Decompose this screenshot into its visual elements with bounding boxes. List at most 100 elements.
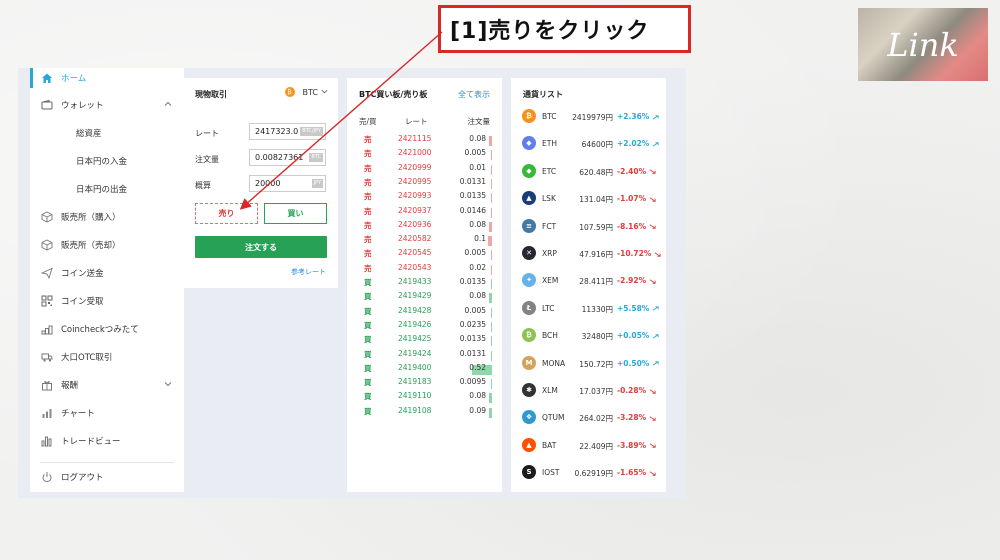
- currency-price: 131.04円: [579, 195, 613, 205]
- change-value: -8.16%: [617, 221, 647, 231]
- sidebar-item-total-assets[interactable]: 総資産: [30, 121, 184, 145]
- order-side: 買: [364, 335, 372, 345]
- order-side: 買: [364, 278, 372, 287]
- currency-row-eth[interactable]: ◆ ETH 64600円 +2.02%: [511, 134, 666, 154]
- currency-row-ltc[interactable]: Ł LTC 11330円 +5.58%: [511, 299, 666, 319]
- currency-row-iost[interactable]: S IOST 0.62919円 -1.65%: [511, 463, 666, 483]
- depth-bar: [489, 221, 492, 232]
- logout-button[interactable]: ログアウト: [30, 465, 184, 489]
- order-book-row[interactable]: 買 2419108 0.09: [347, 406, 502, 420]
- order-book-row[interactable]: 買 2419110 0.08: [347, 391, 502, 405]
- currency-symbol: LSK: [542, 194, 556, 204]
- order-rate: 2420582: [398, 234, 432, 244]
- order-book-row[interactable]: 売 2420999 0.01: [347, 163, 502, 177]
- xrp-icon: ✕: [522, 246, 536, 260]
- place-order-button[interactable]: 注文する: [195, 236, 327, 258]
- quantity-input[interactable]: 0.00827361 BTC: [249, 149, 326, 166]
- order-side: 買: [364, 378, 372, 388]
- order-book-row[interactable]: 売 2420993 0.0135: [347, 191, 502, 205]
- sidebar-item-send[interactable]: コイン送金: [30, 261, 184, 285]
- currency-change: +5.58%: [617, 304, 659, 313]
- order-rate: 2419424: [398, 348, 432, 358]
- order-rate: 2421000: [398, 148, 432, 158]
- order-book-row[interactable]: 売 2420582 0.1: [347, 234, 502, 248]
- currency-row-xrp[interactable]: ✕ XRP 47.916円 -10.72%: [511, 244, 666, 264]
- order-book-row[interactable]: 買 2419433 0.0135: [347, 277, 502, 291]
- sidebar-item-receive[interactable]: コイン受取: [30, 289, 184, 313]
- order-book-row[interactable]: 売 2420545 0.005: [347, 248, 502, 262]
- reference-rate-link[interactable]: 参考レート: [291, 267, 326, 277]
- sidebar-item-wallet[interactable]: ウォレット: [30, 93, 184, 117]
- sidebar-item-sell[interactable]: 販売所（売却）: [30, 233, 184, 257]
- currency-row-fct[interactable]: ≡ FCT 107.59円 -8.16%: [511, 217, 666, 237]
- sell-button[interactable]: 売り: [195, 203, 258, 224]
- currency-change: -3.28%: [617, 413, 656, 422]
- order-book-row[interactable]: 買 2419425 0.0135: [347, 334, 502, 348]
- order-book-row[interactable]: 売 2421000 0.005: [347, 148, 502, 162]
- change-value: +5.58%: [617, 303, 650, 313]
- sidebar-item-tradeview[interactable]: トレードビュー: [30, 429, 184, 453]
- rate-label: レート: [195, 129, 219, 138]
- change-value: +0.05%: [617, 331, 650, 341]
- currency-row-mona[interactable]: M MONA 150.72円 +0.50%: [511, 354, 666, 374]
- order-book-row[interactable]: 売 2421115 0.08: [347, 134, 502, 148]
- currency-row-btc[interactable]: ₿ BTC 2419979円 +2.36%: [511, 107, 666, 127]
- show-all-link[interactable]: 全て表示: [458, 89, 490, 100]
- buy-button[interactable]: 買い: [264, 203, 327, 224]
- estimate-input[interactable]: 20000 JPY: [249, 175, 326, 192]
- wallet-icon: [40, 98, 54, 112]
- order-book-row[interactable]: 買 2419424 0.0131: [347, 349, 502, 363]
- depth-bar: [490, 193, 492, 204]
- currency-change: +0.05%: [617, 331, 659, 340]
- chevron-down-icon[interactable]: [164, 380, 172, 391]
- chevron-up-icon[interactable]: [164, 100, 172, 111]
- sidebar-item-tsumitate[interactable]: Coincheckつみたて: [30, 317, 184, 341]
- sidebar: ホーム ウォレット 総資産 日本円の入金 日本円の出金 販売所（購入） 販売所（…: [30, 68, 184, 492]
- order-rate: 2420999: [398, 162, 432, 172]
- currency-row-qtum[interactable]: ❖ QTUM 264.02円 -3.28%: [511, 408, 666, 428]
- currency-row-etc[interactable]: ◆ ETC 620.48円 -2.40%: [511, 162, 666, 182]
- order-rate: 2419108: [398, 405, 432, 415]
- currency-row-xlm[interactable]: ✱ XLM 17.037円 -0.28%: [511, 381, 666, 401]
- order-side: 売: [364, 192, 372, 202]
- order-book-row[interactable]: 売 2420936 0.08: [347, 220, 502, 234]
- order-book-row[interactable]: 買 2419428 0.005: [347, 306, 502, 320]
- currency-change: -2.92%: [617, 276, 656, 285]
- order-book-row[interactable]: 売 2420937 0.0146: [347, 206, 502, 220]
- currency-price: 11330円: [581, 304, 613, 314]
- currency-row-bat[interactable]: ▲ BAT 22.409円 -3.89%: [511, 436, 666, 456]
- currency-symbol: MONA: [542, 358, 566, 368]
- order-side: 買: [364, 320, 372, 330]
- order-book-row[interactable]: 売 2420543 0.02: [347, 263, 502, 277]
- order-amount: 0.0135: [459, 191, 486, 201]
- pair-selector[interactable]: ₿ BTC: [284, 87, 329, 97]
- sidebar-item-jpy-withdraw[interactable]: 日本円の出金: [30, 177, 184, 201]
- change-value: -3.28%: [617, 413, 647, 423]
- change-value: -3.89%: [617, 440, 647, 450]
- sidebar-item-label: 販売所（購入）: [61, 213, 121, 223]
- quantity-label: 注文量: [195, 155, 219, 164]
- change-value: -2.40%: [617, 166, 647, 176]
- currency-row-bch[interactable]: ₿ BCH 32480円 +0.05%: [511, 326, 666, 346]
- sidebar-item-home[interactable]: ホーム: [30, 66, 184, 90]
- sidebar-item-jpy-deposit[interactable]: 日本円の入金: [30, 149, 184, 173]
- order-book-row[interactable]: 買 2419400 0.52: [347, 363, 502, 377]
- sidebar-item-buy[interactable]: 販売所（購入）: [30, 205, 184, 229]
- sidebar-item-label: チャート: [61, 409, 95, 419]
- order-book-row[interactable]: 売 2420995 0.0131: [347, 177, 502, 191]
- order-rate: 2421115: [398, 134, 432, 143]
- order-rate: 2420995: [398, 176, 432, 186]
- rate-input[interactable]: 2417323.0 BTC/JPY: [249, 123, 326, 140]
- order-book-row[interactable]: 買 2419183 0.0095: [347, 377, 502, 391]
- order-book-row[interactable]: 買 2419426 0.0235: [347, 320, 502, 334]
- change-value: +2.02%: [617, 139, 650, 149]
- sidebar-item-otc[interactable]: 大口OTC取引: [30, 345, 184, 369]
- currency-row-lsk[interactable]: ▲ LSK 131.04円 -1.07%: [511, 189, 666, 209]
- order-amount: 0.0135: [459, 334, 486, 344]
- sidebar-item-chart[interactable]: チャート: [30, 401, 184, 425]
- order-book-row[interactable]: 買 2419429 0.08: [347, 291, 502, 305]
- link-logo: Link: [858, 8, 988, 81]
- order-side: 買: [364, 392, 372, 402]
- currency-row-xem[interactable]: ✦ XEM 28.411円 -2.92%: [511, 271, 666, 291]
- sidebar-item-rewards[interactable]: 報酬: [30, 373, 184, 397]
